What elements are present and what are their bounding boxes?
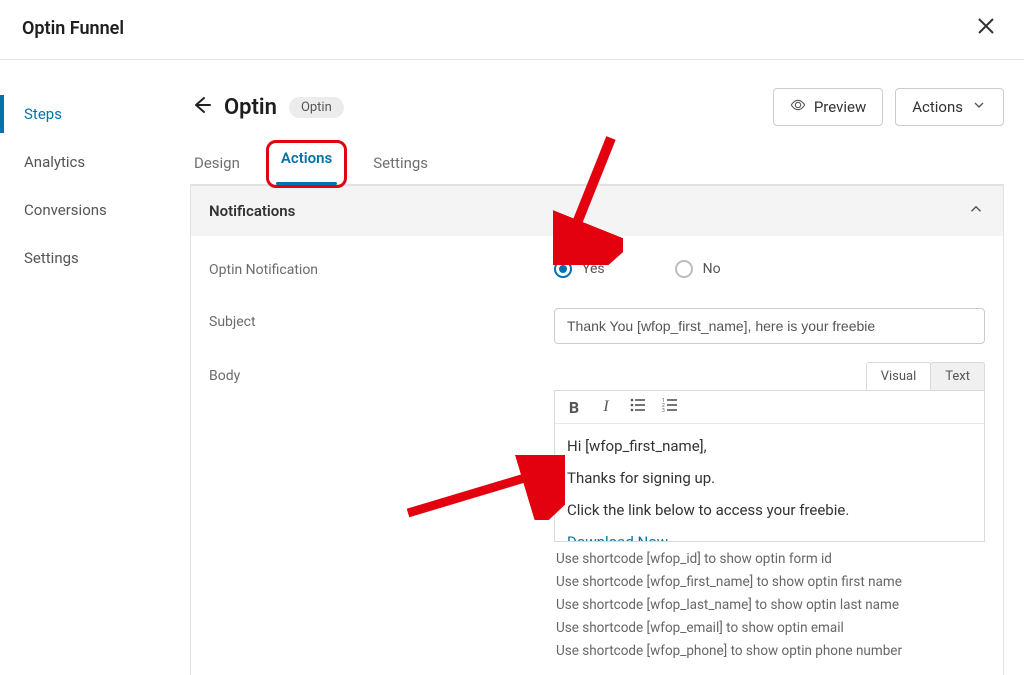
radio-icon <box>554 260 572 278</box>
sidebar-item-settings[interactable]: Settings <box>0 239 170 277</box>
radio-label: No <box>703 261 721 277</box>
bold-icon[interactable]: B <box>565 398 583 417</box>
editor-link: Download Now <box>567 530 972 542</box>
subject-label: Subject <box>209 308 554 330</box>
app-title: Optin Funnel <box>22 18 124 39</box>
inner-tabs: Design Actions Settings <box>190 146 1004 185</box>
optin-notification-yes[interactable]: Yes <box>554 260 605 278</box>
chevron-down-icon <box>971 97 987 117</box>
editor-line: Thanks for signing up. <box>567 466 972 490</box>
optin-notification-no[interactable]: No <box>675 260 721 278</box>
hint-line: Use shortcode [wfop_id] to show optin fo… <box>556 548 985 571</box>
radio-icon <box>675 260 693 278</box>
actions-button-label: Actions <box>912 98 963 116</box>
body-editor[interactable]: Hi [wfop_first_name], Thanks for signing… <box>554 424 985 542</box>
editor-tab-text[interactable]: Text <box>930 362 985 390</box>
sidebar-item-label: Analytics <box>24 153 85 171</box>
eye-icon <box>790 97 806 117</box>
sidebar-item-steps[interactable]: Steps <box>0 95 170 133</box>
svg-text:3: 3 <box>662 408 665 413</box>
tab-label: Design <box>194 154 240 172</box>
hint-line: Use shortcode [wfop_last_name] to show o… <box>556 594 985 617</box>
close-icon[interactable] <box>970 12 1002 45</box>
tab-label: Actions <box>281 149 332 167</box>
editor-line: Click the link below to access your free… <box>567 498 972 522</box>
bullet-list-icon[interactable] <box>629 397 647 417</box>
sidebar-item-label: Conversions <box>24 201 107 219</box>
numbered-list-icon[interactable]: 123 <box>661 397 679 417</box>
shortcode-hints: Use shortcode [wfop_id] to show optin fo… <box>554 548 985 663</box>
preview-button-label: Preview <box>814 98 866 116</box>
sidebar-item-label: Steps <box>24 105 62 123</box>
sidebar: Steps Analytics Conversions Settings <box>0 60 170 675</box>
back-arrow-icon[interactable] <box>190 94 212 121</box>
editor-line: Hi [wfop_first_name], <box>567 434 972 458</box>
step-type-badge: Optin <box>289 97 344 118</box>
panel-title: Notifications <box>209 202 295 220</box>
tab-actions[interactable]: Actions <box>266 140 347 188</box>
page-title: Optin <box>224 95 277 120</box>
sidebar-item-label: Settings <box>24 249 79 267</box>
body-label: Body <box>209 362 554 384</box>
editor-tab-label: Text <box>945 369 970 384</box>
sidebar-item-conversions[interactable]: Conversions <box>0 191 170 229</box>
subject-input[interactable] <box>554 308 985 344</box>
tab-design[interactable]: Design <box>190 146 244 184</box>
editor-tab-visual[interactable]: Visual <box>866 362 932 390</box>
actions-button[interactable]: Actions <box>895 88 1004 126</box>
sidebar-item-analytics[interactable]: Analytics <box>0 143 170 181</box>
editor-tab-label: Visual <box>881 369 917 384</box>
hint-line: Use shortcode [wfop_email] to show optin… <box>556 617 985 640</box>
editor-toolbar: B I 123 <box>554 390 985 424</box>
hint-line: Use shortcode [wfop_phone] to show optin… <box>556 640 985 663</box>
chevron-up-icon <box>967 200 985 222</box>
notifications-panel: Notifications Optin Notification Yes <box>190 185 1004 675</box>
hint-line: Use shortcode [wfop_first_name] to show … <box>556 571 985 594</box>
tab-label: Settings <box>373 154 428 172</box>
optin-notification-label: Optin Notification <box>209 256 554 278</box>
radio-label: Yes <box>582 261 605 277</box>
panel-header[interactable]: Notifications <box>191 185 1003 236</box>
italic-icon[interactable]: I <box>597 398 615 416</box>
tab-settings[interactable]: Settings <box>369 146 432 184</box>
preview-button[interactable]: Preview <box>773 88 883 126</box>
